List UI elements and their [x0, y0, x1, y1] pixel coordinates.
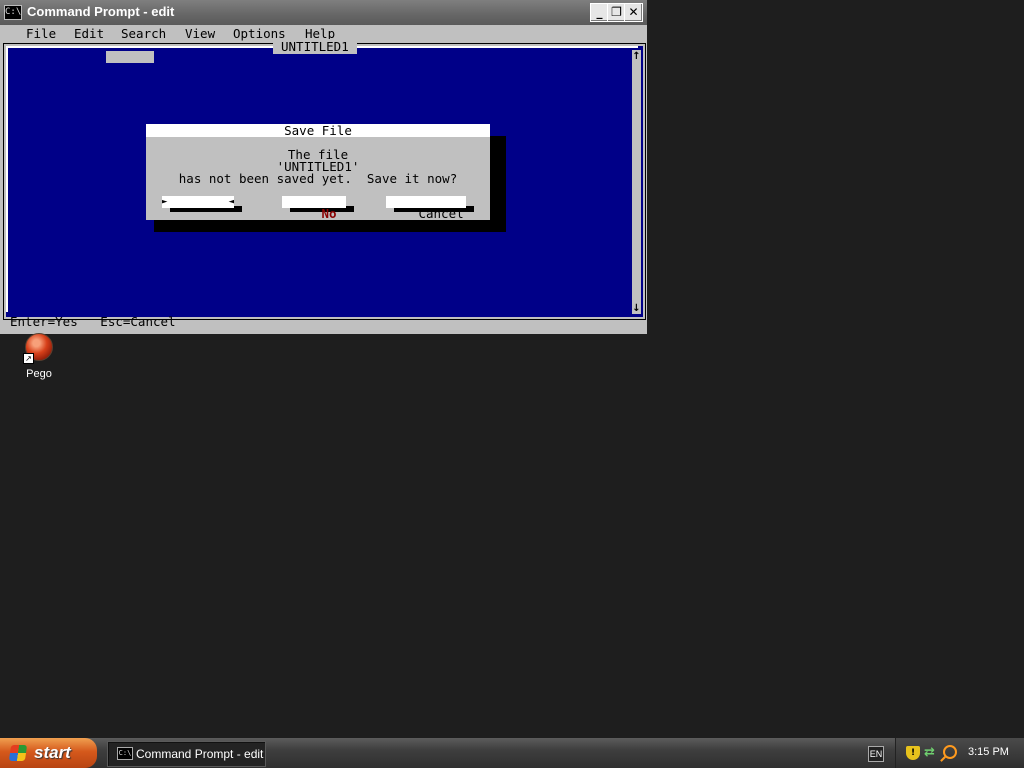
scroll-down-icon[interactable]: ↓: [632, 304, 641, 314]
network-icon[interactable]: ⇄: [924, 746, 938, 760]
vertical-scrollbar[interactable]: ↑ ↓: [632, 50, 641, 314]
windows-logo-icon: [8, 745, 28, 761]
no-button[interactable]: No: [282, 196, 346, 220]
cancel-button-label: Cancel: [418, 206, 464, 221]
text-cursor: [106, 51, 154, 63]
start-button[interactable]: start: [0, 738, 97, 768]
menu-search[interactable]: Search: [121, 26, 166, 41]
save-file-dialog: Save File The file 'UNTITLED1' has not b…: [146, 124, 490, 232]
menu-file[interactable]: File: [26, 26, 56, 41]
language-indicator[interactable]: EN: [868, 746, 884, 762]
no-button-label: No: [321, 206, 337, 221]
command-prompt-icon[interactable]: C:\: [4, 5, 22, 20]
system-tray: ! ⇄ 3:15 PM: [895, 738, 1024, 768]
command-prompt-icon: C:\: [117, 747, 133, 760]
desktop-icon-pego[interactable]: ↗ Pego: [18, 333, 60, 380]
window-titlebar[interactable]: C:\ Command Prompt - edit _ ❐ ✕: [0, 0, 647, 25]
yes-button-label: Yes: [201, 218, 225, 233]
clock[interactable]: 3:15 PM: [968, 746, 1009, 758]
status-bar: Enter=Yes Esc=Cancel: [10, 314, 176, 329]
start-button-label: start: [34, 743, 71, 762]
scroll-up-icon[interactable]: ↑: [632, 52, 641, 62]
security-shield-icon[interactable]: !: [906, 746, 920, 760]
taskbar: start C:\ Command Prompt - edit EN ! ⇄ 3…: [0, 738, 1024, 768]
close-button[interactable]: ✕: [624, 3, 643, 22]
shortcut-arrow-icon: ↗: [23, 353, 34, 364]
document-title: UNTITLED1: [273, 39, 357, 54]
taskbar-button-label: Command Prompt - edit: [136, 747, 264, 761]
menu-edit[interactable]: Edit: [74, 26, 104, 41]
yes-button[interactable]: ► Yes ◄: [162, 196, 234, 232]
dialog-title: Save File: [146, 124, 490, 137]
window-title: Command Prompt - edit: [27, 4, 175, 19]
menu-view[interactable]: View: [185, 26, 215, 41]
dialog-message-question: has not been saved yet. Save it now?: [178, 171, 458, 186]
taskbar-button-command-prompt[interactable]: C:\ Command Prompt - edit: [107, 741, 266, 767]
focus-marker-left-icon: ►: [162, 197, 168, 207]
search-icon[interactable]: [943, 745, 957, 759]
pego-icon: ↗: [23, 333, 53, 364]
desktop-icon-label: Pego: [26, 368, 52, 380]
cancel-button[interactable]: Cancel: [386, 196, 466, 220]
focus-marker-right-icon: ◄: [228, 197, 234, 207]
